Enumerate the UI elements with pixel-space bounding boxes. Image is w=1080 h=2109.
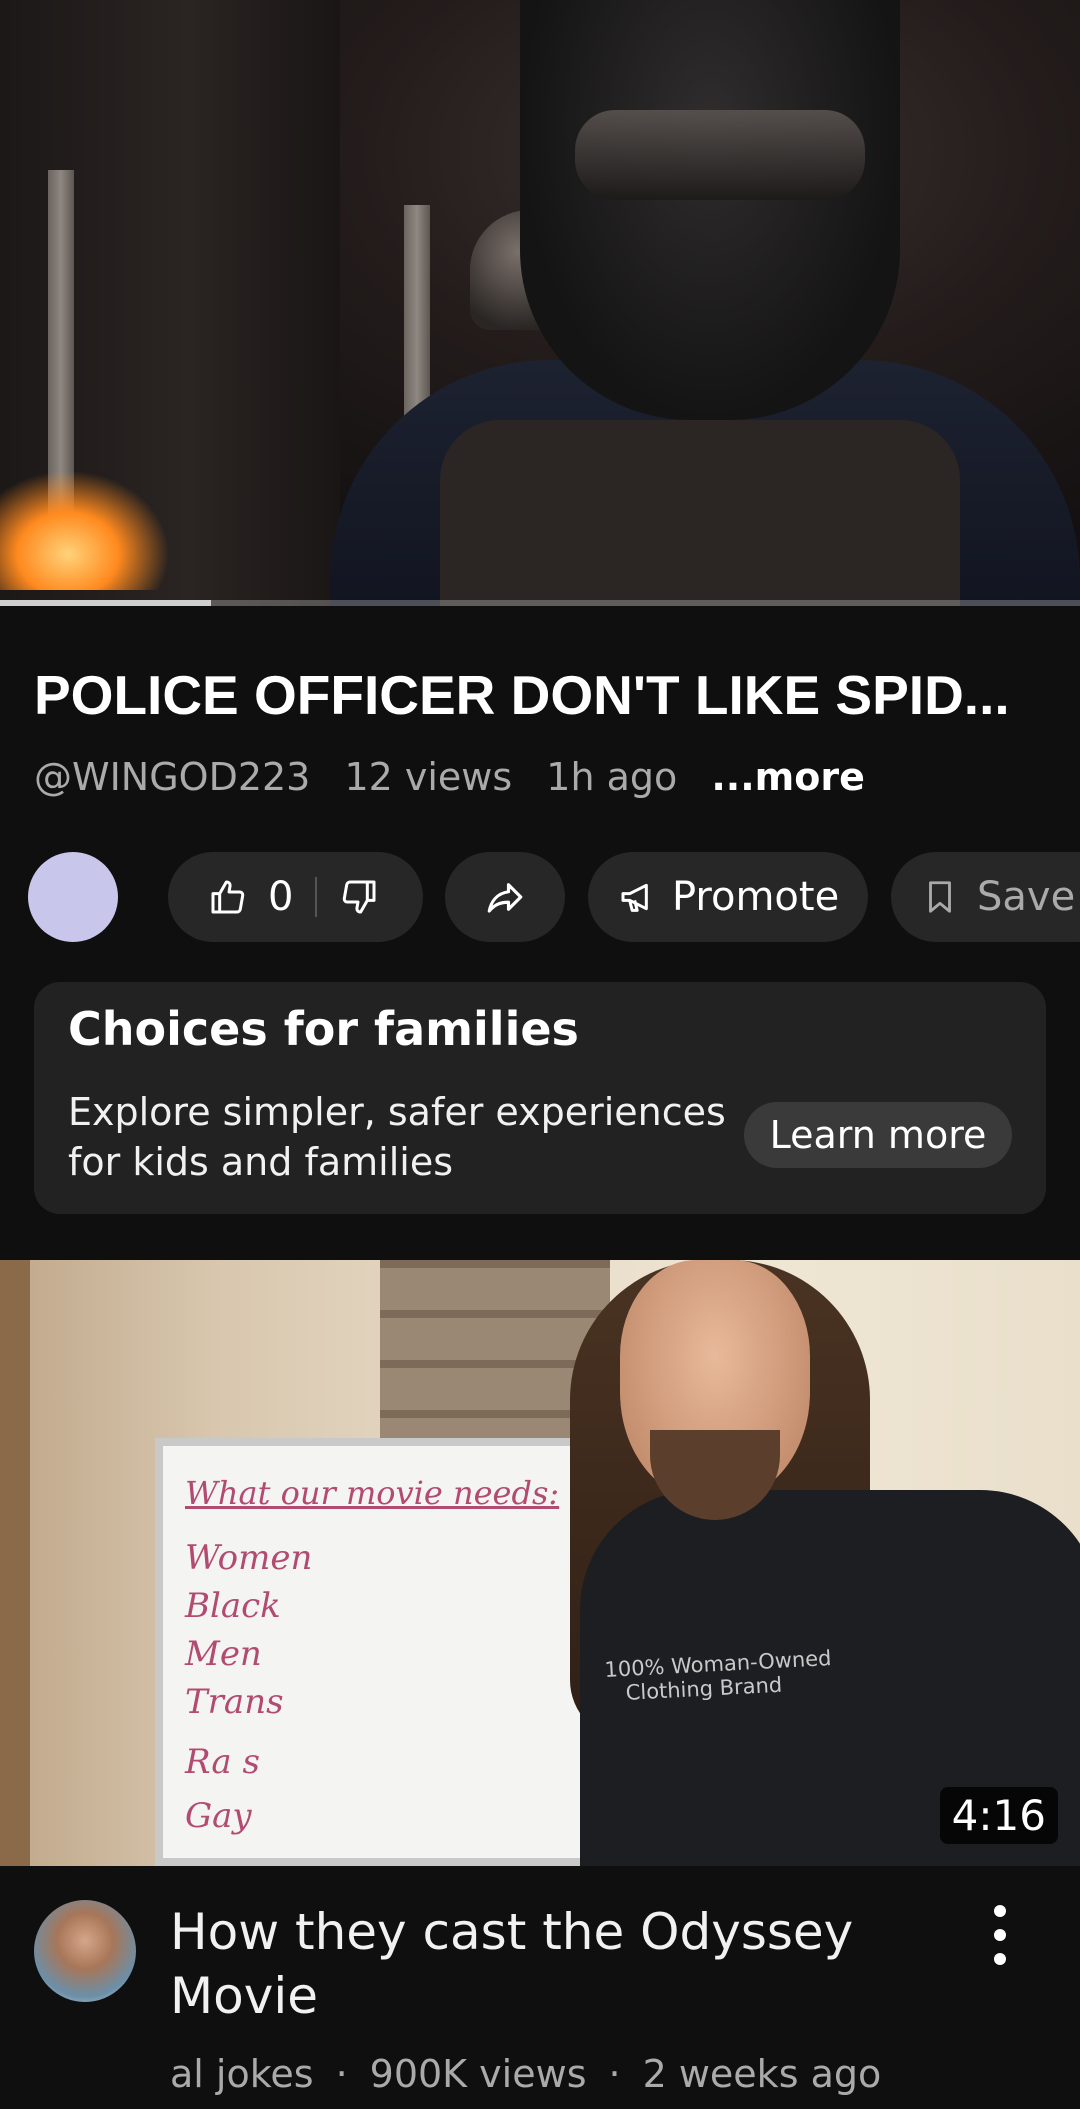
- video-title[interactable]: POLICE OFFICER DON'T LIKE SPID...: [34, 660, 1044, 730]
- whiteboard-line: Ra s: [185, 1742, 260, 1782]
- thumbs-down-icon[interactable]: [339, 877, 379, 917]
- megaphone-icon: [618, 877, 658, 917]
- whiteboard-line: Gay: [185, 1796, 252, 1836]
- upload-age: 1h ago: [546, 755, 678, 799]
- whiteboard-heading: What our movie needs:: [185, 1474, 560, 1512]
- progress-bar-fill: [0, 600, 211, 606]
- learn-more-button[interactable]: Learn more: [744, 1102, 1012, 1168]
- player-scene-officer-helmet: [520, 0, 900, 420]
- next-video-views: 900K views: [369, 2052, 587, 2096]
- bookmark-icon: [921, 878, 959, 916]
- kebab-dot: [994, 1905, 1006, 1917]
- like-count: 0: [268, 874, 294, 920]
- kebab-dot: [994, 1929, 1006, 1941]
- next-video-meta: al jokes · 900K views · 2 weeks ago: [170, 2052, 881, 2096]
- kebab-dot: [994, 1953, 1006, 1965]
- action-row: 0 Promote Save: [0, 850, 1080, 942]
- thumbnail-scene-door: [0, 1260, 30, 1866]
- thumbnail-whiteboard: What our movie needs: Women Black Men Tr…: [155, 1438, 595, 1866]
- video-meta[interactable]: @WINGOD223 12 views 1h ago ...more: [34, 755, 887, 799]
- save-button[interactable]: Save: [891, 852, 1080, 942]
- divider: [315, 877, 318, 917]
- thumbs-up-icon[interactable]: [208, 877, 248, 917]
- share-button[interactable]: [445, 852, 565, 942]
- whiteboard-line: Black: [185, 1586, 281, 1626]
- separator-dot: ·: [335, 2052, 348, 2096]
- view-count: 12 views: [344, 755, 513, 799]
- promote-button[interactable]: Promote: [588, 852, 868, 942]
- share-icon: [484, 876, 526, 918]
- channel-avatar[interactable]: [34, 1900, 136, 2002]
- save-label: Save: [977, 874, 1076, 920]
- video-player[interactable]: [0, 0, 1080, 606]
- more-link[interactable]: ...more: [711, 755, 865, 799]
- player-scene-visor: [575, 110, 865, 200]
- channel-handle[interactable]: @WINGOD223: [34, 755, 310, 799]
- promo-card-title: Choices for families: [68, 1002, 579, 1056]
- whiteboard-line: Women: [185, 1538, 313, 1578]
- separator-dot: ·: [608, 2052, 621, 2096]
- duration-badge: 4:16: [939, 1787, 1058, 1844]
- promo-card-description: Explore simpler, safer experiences for k…: [68, 1090, 726, 1184]
- next-video-channel[interactable]: al jokes: [170, 2052, 314, 2096]
- like-dislike-button[interactable]: 0: [168, 852, 423, 942]
- avatar[interactable]: [28, 852, 118, 942]
- player-scene-fire: [0, 470, 170, 590]
- whiteboard-line: Trans: [185, 1682, 284, 1722]
- more-options-icon[interactable]: [980, 1905, 1020, 1965]
- next-video-title[interactable]: How they cast the Odyssey Movie: [170, 1900, 970, 2028]
- next-video-thumbnail[interactable]: What our movie needs: Women Black Men Tr…: [0, 1260, 1080, 1866]
- families-promo-card: Choices for families Explore simpler, sa…: [34, 982, 1046, 1214]
- next-video-age: 2 weeks ago: [642, 2052, 882, 2096]
- promote-label: Promote: [672, 874, 840, 920]
- player-scene-vest: [440, 420, 960, 606]
- whiteboard-line: Men: [185, 1634, 262, 1674]
